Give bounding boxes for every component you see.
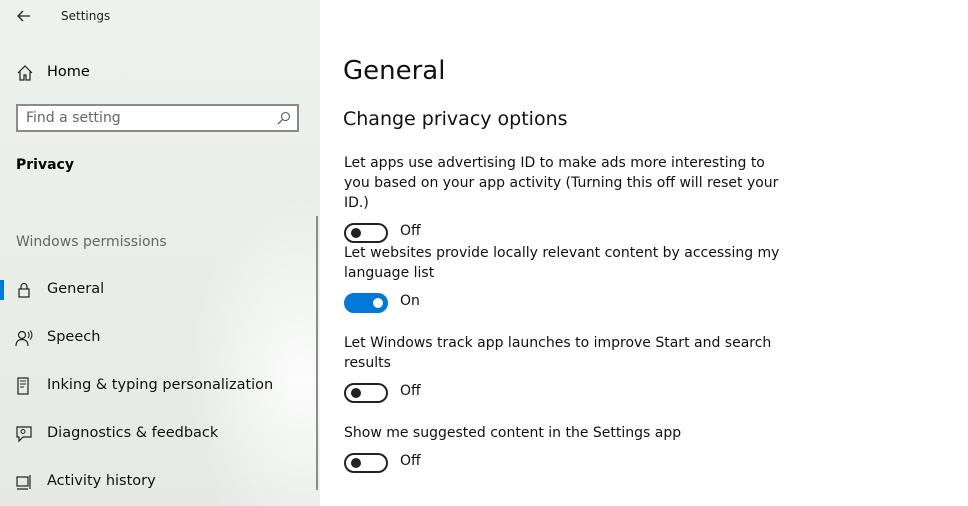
section-title: Privacy — [16, 157, 74, 173]
inking-icon — [17, 377, 29, 395]
setting-app-launch-tracking: Let Windows track app launches to improv… — [344, 333, 784, 405]
activity-history-icon — [16, 475, 31, 490]
nav-home-label: Home — [47, 64, 90, 80]
sidebar: Settings Home Privacy Windows permission… — [0, 0, 320, 506]
main-content: General Change privacy options Let apps … — [320, 0, 968, 506]
lock-icon — [18, 282, 30, 298]
sidebar-item-label: Speech — [47, 329, 101, 345]
sidebar-item-speech[interactable]: Speech — [0, 318, 316, 358]
toggle-state-label: On — [400, 293, 420, 309]
app-launch-tracking-toggle[interactable] — [344, 383, 388, 403]
sidebar-scrollbar[interactable] — [316, 216, 318, 490]
nav-home[interactable]: Home — [0, 58, 320, 88]
page-title: General — [343, 56, 446, 86]
home-icon — [17, 65, 33, 81]
suggested-content-toggle[interactable] — [344, 453, 388, 473]
search-input[interactable] — [26, 109, 266, 127]
setting-advertising-id: Let apps use advertising ID to make ads … — [344, 153, 784, 245]
back-button[interactable] — [14, 6, 34, 26]
toggle-state-label: Off — [400, 453, 421, 469]
setting-description: Let websites provide locally relevant co… — [344, 245, 780, 281]
search-icon[interactable] — [277, 111, 291, 125]
section-subtitle: Change privacy options — [343, 108, 568, 130]
group-title: Windows permissions — [16, 234, 167, 250]
sidebar-item-activity-history[interactable]: Activity history — [0, 462, 316, 502]
app-title: Settings — [61, 9, 111, 23]
advertising-id-toggle[interactable] — [344, 223, 388, 243]
title-bar: Settings — [0, 0, 320, 32]
search-box[interactable] — [16, 104, 299, 132]
feedback-icon — [16, 426, 32, 443]
language-list-toggle[interactable] — [344, 293, 388, 313]
setting-language-list: Let websites provide locally relevant co… — [344, 243, 784, 315]
speech-icon — [15, 330, 33, 347]
toggle-knob — [351, 458, 361, 468]
setting-suggested-content: Show me suggested content in the Setting… — [344, 423, 784, 475]
setting-description: Let apps use advertising ID to make ads … — [344, 155, 779, 211]
toggle-state-label: Off — [400, 223, 421, 239]
sidebar-item-inking[interactable]: Inking & typing personalization — [0, 366, 316, 406]
sidebar-item-label: General — [47, 281, 105, 297]
sidebar-item-diagnostics[interactable]: Diagnostics & feedback — [0, 414, 316, 454]
toggle-knob — [351, 388, 361, 398]
setting-description: Let Windows track app launches to improv… — [344, 335, 772, 371]
back-arrow-icon — [17, 10, 30, 22]
toggle-state-label: Off — [400, 383, 421, 399]
setting-description: Show me suggested content in the Setting… — [344, 425, 682, 441]
sidebar-item-label: Inking & typing personalization — [47, 377, 274, 393]
toggle-knob — [351, 228, 361, 238]
sidebar-item-label: Activity history — [47, 473, 156, 489]
toggle-knob — [373, 298, 383, 308]
sidebar-item-label: Diagnostics & feedback — [47, 425, 219, 441]
sidebar-item-general[interactable]: General — [0, 270, 316, 310]
